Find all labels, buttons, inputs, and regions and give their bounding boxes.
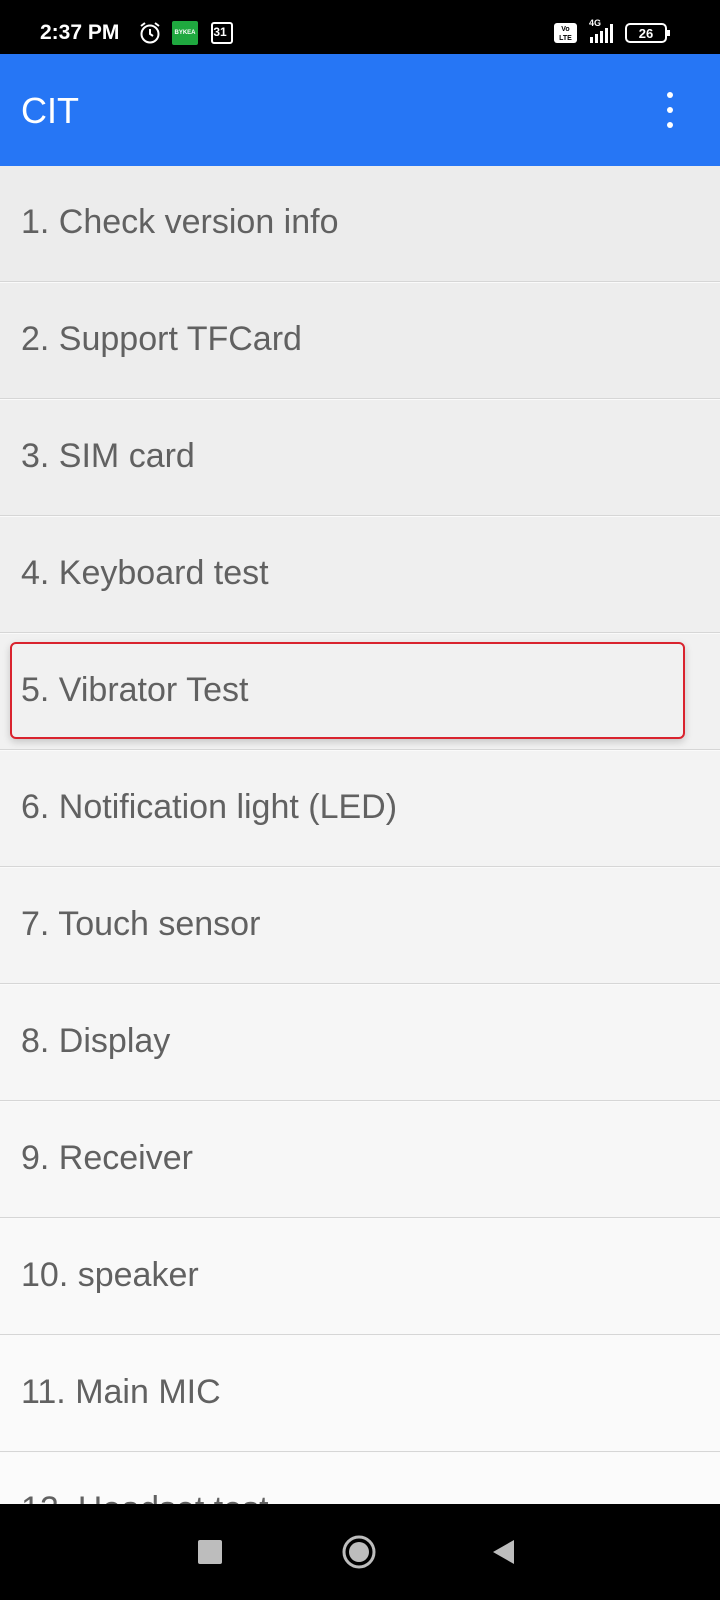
svg-text:Vo: Vo <box>561 26 569 33</box>
bykea-app-icon: BYKEA <box>172 21 198 45</box>
list-item-label: 3. SIM card <box>21 437 195 475</box>
svg-text:LTE: LTE <box>559 35 572 42</box>
list-item-keyboard-test[interactable]: 4. Keyboard test <box>0 517 720 633</box>
list-item-support-tfcard[interactable]: 2. Support TFCard <box>0 283 720 399</box>
list-item-label: 1. Check version info <box>21 203 339 241</box>
volte-icon: Vo LTE <box>554 23 577 43</box>
more-vertical-icon[interactable] <box>650 88 690 132</box>
list-item-main-mic[interactable]: 11. Main MIC <box>0 1336 720 1452</box>
list-item-label: 12. Headset test <box>21 1488 269 1504</box>
list-item-label: 11. Main MIC <box>21 1373 221 1411</box>
list-item-check-version-info[interactable]: 1. Check version info <box>0 166 720 282</box>
home-icon[interactable] <box>341 1534 377 1570</box>
list-item-headset-test[interactable]: 12. Headset test <box>0 1453 720 1504</box>
list-item-touch-sensor[interactable]: 7. Touch sensor <box>0 868 720 984</box>
list-item-speaker[interactable]: 10. speaker <box>0 1219 720 1335</box>
list-item-label: 5. Vibrator Test <box>21 671 249 709</box>
recents-icon[interactable] <box>198 1540 222 1564</box>
app-title: CIT <box>21 90 79 131</box>
calendar-day: 31 <box>213 25 227 39</box>
list-item-vibrator-test[interactable]: 5. Vibrator Test <box>0 634 720 750</box>
navigation-bar <box>0 1504 720 1600</box>
list-item-label: 8. Display <box>21 1022 171 1060</box>
list-item-label: 4. Keyboard test <box>21 554 269 592</box>
app-bar: CIT <box>0 54 720 166</box>
signal-icon <box>590 24 613 43</box>
back-icon[interactable] <box>490 1538 518 1566</box>
alarm-icon <box>140 22 160 44</box>
list-item-label: 6. Notification light (LED) <box>21 788 398 826</box>
list-item-label: 9. Receiver <box>21 1139 193 1177</box>
status-time: 2:37 PM <box>40 21 120 44</box>
list-item-label: 2. Support TFCard <box>21 320 302 358</box>
list-item-sim-card[interactable]: 3. SIM card <box>0 400 720 516</box>
list-item-receiver[interactable]: 9. Receiver <box>0 1102 720 1218</box>
test-list[interactable]: 1. Check version info 2. Support TFCard … <box>0 166 720 1504</box>
list-item-display[interactable]: 8. Display <box>0 985 720 1101</box>
battery-level: 26 <box>638 26 654 41</box>
list-item-label: 7. Touch sensor <box>21 905 261 943</box>
status-bar: 2:37 PM BYKEA 31 Vo LTE 4G 26 <box>0 0 720 54</box>
list-item-notification-light[interactable]: 6. Notification light (LED) <box>0 751 720 867</box>
list-item-label: 10. speaker <box>21 1256 199 1294</box>
